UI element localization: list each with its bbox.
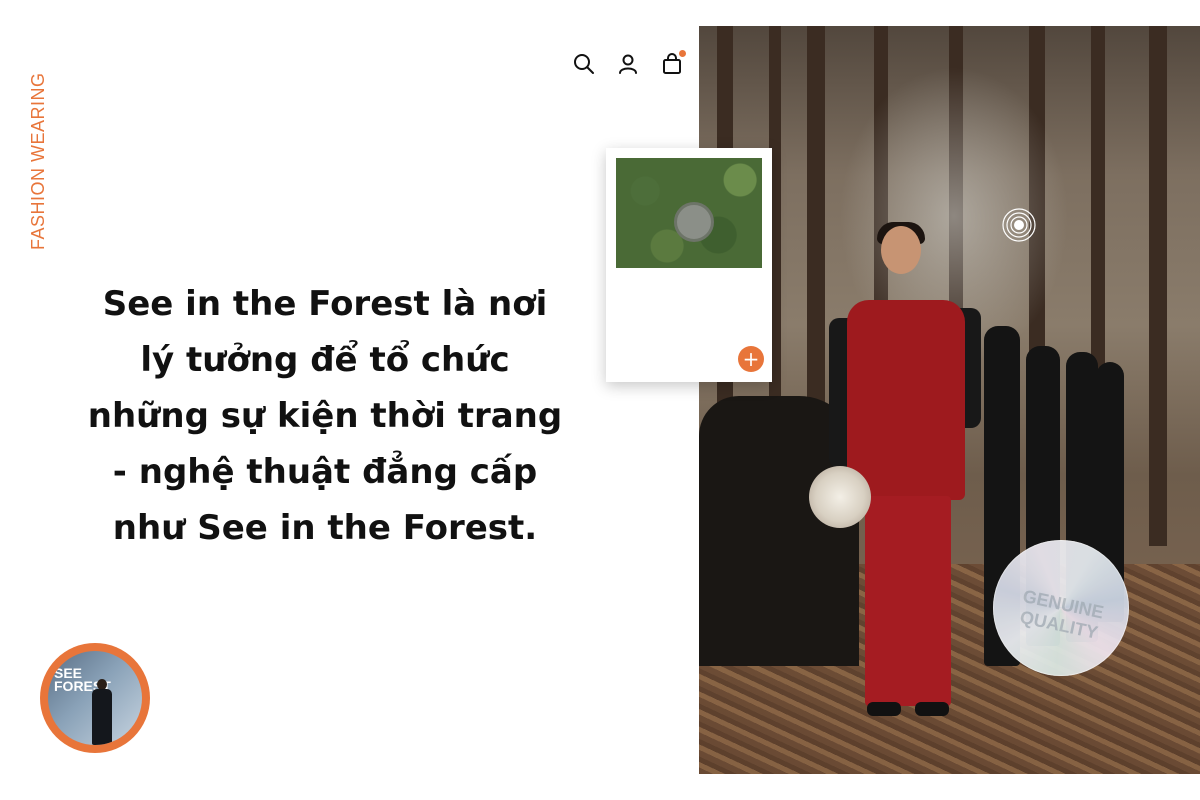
flower-bouquet xyxy=(809,466,871,528)
holographic-badge: GENUINE QUALITY xyxy=(993,540,1129,676)
cart-notification-dot xyxy=(679,50,686,57)
headline-line: See in the Forest là nơi xyxy=(102,284,548,324)
hero-photo: GENUINE QUALITY xyxy=(699,26,1200,774)
headline-line: - nghệ thuật đẳng cấp xyxy=(112,452,538,492)
avatar-person xyxy=(92,679,112,745)
headline-line: như See in the Forest. xyxy=(112,508,538,548)
headline: See in the Forest là nơi lý tưởng để tổ … xyxy=(86,276,564,556)
card-add-button[interactable]: + xyxy=(738,346,764,372)
avatar[interactable]: SEE FOREST xyxy=(40,643,150,753)
cart-button[interactable] xyxy=(660,50,686,76)
card-aerial-photo xyxy=(616,158,762,268)
headline-line: những sự kiện thời trang xyxy=(87,396,563,436)
avatar-banner-text: SEE FOREST xyxy=(54,665,111,694)
tree-trunk xyxy=(1149,26,1167,546)
vertical-brand-label: FASHION WEARING xyxy=(28,52,50,252)
user-icon xyxy=(619,54,637,74)
product-card[interactable]: + xyxy=(606,148,772,382)
avatar-photo: SEE FOREST xyxy=(48,651,142,745)
search-icon xyxy=(574,54,594,74)
badge-text: GENUINE QUALITY xyxy=(1018,585,1106,643)
search-button[interactable] xyxy=(572,52,596,76)
hotspot-ring-icon[interactable] xyxy=(1001,207,1037,243)
vertical-label-text: FASHION WEARING xyxy=(28,72,48,250)
headline-line: lý tưởng để tổ chức xyxy=(140,340,510,380)
account-button[interactable] xyxy=(616,52,640,76)
card-path-loop xyxy=(674,202,714,242)
